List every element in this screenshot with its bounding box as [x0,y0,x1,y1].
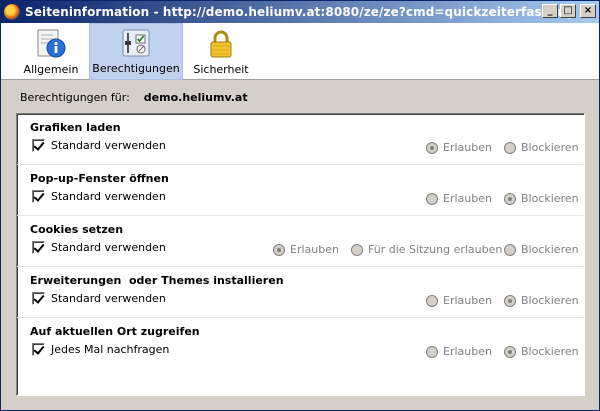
use-default-checkbox[interactable]: Standard verwenden [32,190,166,203]
checkbox-box[interactable] [32,241,45,254]
radio-dot[interactable] [426,192,438,205]
permissions-for-row: Berechtigungen für: demo.heliumv.at [20,91,248,104]
radio-label: Blockieren [521,192,579,205]
radio-block[interactable]: Blockieren [504,345,579,358]
radio-label: Blockieren [521,141,579,154]
close-button[interactable]: × [580,4,596,18]
section-popups: Pop-up-Fenster öffnen Standard verwenden… [17,165,584,216]
radio-label: Erlauben [443,141,492,154]
checkbox-box[interactable] [32,139,45,152]
section-title: Erweiterungen oder Themes installieren [30,274,284,287]
page-info-window: Seiteninformation - http://demo.heliumv.… [0,0,600,411]
section-images: Grafiken laden Standard verwenden Erlaub… [17,114,584,165]
checkbox-label: Standard verwenden [51,190,166,203]
permissions-host: demo.heliumv.at [143,91,248,104]
permissions-icon [122,29,150,57]
title-bar[interactable]: Seiteninformation - http://demo.heliumv.… [1,1,599,23]
radio-block[interactable]: Blockieren [504,192,579,205]
radio-dot[interactable] [504,345,516,358]
section-title: Grafiken laden [30,121,121,134]
toolbar: Allgemein Berechtigungen Sicherheit [1,23,599,80]
radio-allow[interactable]: Erlauben [426,345,492,358]
radio-dot[interactable] [504,141,516,154]
tab-allgemein-label: Allgemein [23,63,79,76]
radio-label: Blockieren [521,243,579,256]
firefox-icon [4,4,20,20]
radio-label: Erlauben [443,345,492,358]
checkbox-label: Standard verwenden [51,241,166,254]
radio-block[interactable]: Blockieren [504,243,579,256]
use-default-checkbox[interactable]: Standard verwenden [32,292,166,305]
radio-dot[interactable] [351,243,363,256]
use-default-checkbox[interactable]: Standard verwenden [32,241,166,254]
section-addons: Erweiterungen oder Themes installieren S… [17,267,584,318]
lock-icon [210,30,232,58]
radio-block[interactable]: Blockieren [504,141,579,154]
radio-allow[interactable]: Erlauben [426,141,492,154]
radio-label: Erlauben [443,294,492,307]
radio-label: Für die Sitzung erlauben [368,243,503,256]
minimize-button[interactable]: _ [542,4,558,18]
always-ask-checkbox[interactable]: Jedes Mal nachfragen [32,343,169,356]
radio-dot[interactable] [426,141,438,154]
radio-allow[interactable]: Erlauben [426,192,492,205]
radio-allow[interactable]: Erlauben [273,243,339,256]
radio-dot[interactable] [426,345,438,358]
checkbox-box[interactable] [32,292,45,305]
section-cookies: Cookies setzen Standard verwenden Erlaub… [17,216,584,267]
radio-dot[interactable] [504,192,516,205]
info-icon [37,29,66,58]
section-geolocation: Auf aktuellen Ort zugreifen Jedes Mal na… [17,318,584,369]
section-title: Pop-up-Fenster öffnen [30,172,169,185]
checkbox-label: Jedes Mal nachfragen [51,343,170,356]
radio-label: Blockieren [521,294,579,307]
radio-dot[interactable] [273,243,285,256]
checkbox-label: Standard verwenden [51,139,166,152]
radio-label: Erlauben [290,243,339,256]
radio-allow[interactable]: Erlauben [426,294,492,307]
tab-sicherheit-label: Sicherheit [193,63,249,76]
tab-allgemein[interactable]: Allgemein [13,23,89,80]
window-controls: _ □ × [542,4,596,18]
checkbox-label: Standard verwenden [51,292,166,305]
checkbox-box[interactable] [32,343,45,356]
section-title: Cookies setzen [30,223,124,236]
tab-berechtigungen[interactable]: Berechtigungen [89,23,183,80]
use-default-checkbox[interactable]: Standard verwenden [32,139,166,152]
radio-dot[interactable] [504,294,516,307]
tab-berechtigungen-label: Berechtigungen [92,62,180,75]
maximize-button[interactable]: □ [560,4,576,18]
radio-label: Blockieren [521,345,579,358]
tab-sicherheit[interactable]: Sicherheit [183,23,259,80]
radio-dot[interactable] [426,294,438,307]
permissions-for-label: Berechtigungen für: [20,91,130,104]
radio-dot[interactable] [504,243,516,256]
radio-allow-session[interactable]: Für die Sitzung erlauben [351,243,502,256]
section-title: Auf aktuellen Ort zugreifen [30,325,200,338]
radio-block[interactable]: Blockieren [504,294,579,307]
window-title: Seiteninformation - http://demo.heliumv.… [25,5,576,19]
radio-label: Erlauben [443,192,492,205]
checkbox-box[interactable] [32,190,45,203]
permissions-list[interactable]: Grafiken laden Standard verwenden Erlaub… [16,113,585,396]
